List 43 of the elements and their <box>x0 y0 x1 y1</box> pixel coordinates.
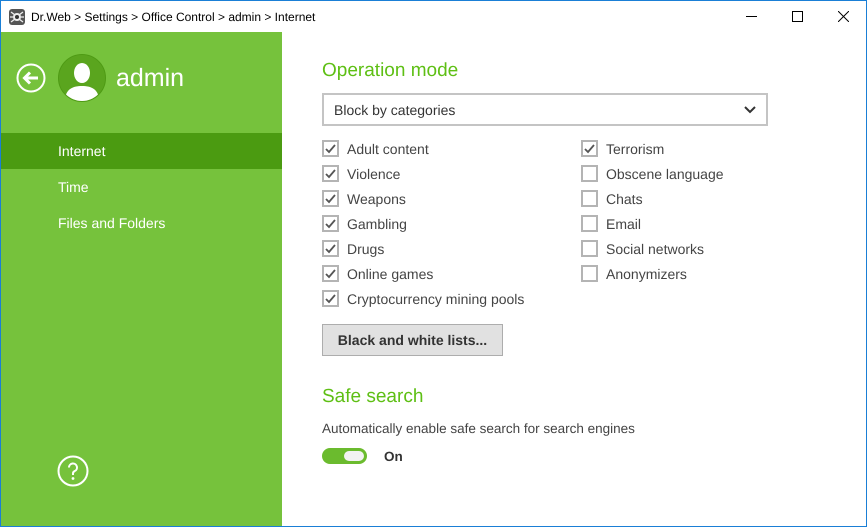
checkbox[interactable] <box>581 240 598 257</box>
sidebar-item[interactable]: Internet <box>1 133 282 169</box>
toggle-switch[interactable] <box>322 448 367 464</box>
checkbox-label: Weapons <box>347 190 406 206</box>
checkbox-label: Email <box>606 216 642 232</box>
section-title: Safe search <box>322 386 424 408</box>
checkbox-label: Violence <box>347 166 400 182</box>
checkbox-label: Gambling <box>347 216 407 232</box>
section-title: Operation mode <box>322 60 460 82</box>
lists-button[interactable]: Black and white lists... <box>322 324 503 356</box>
checkbox[interactable] <box>581 190 598 207</box>
user-name: admin <box>116 64 184 92</box>
checkbox[interactable] <box>322 140 339 157</box>
caret-icon <box>744 106 756 114</box>
sidebar-item[interactable]: Time <box>1 169 282 205</box>
checkbox-label: Drugs <box>347 240 384 256</box>
toggle-label: On <box>384 448 403 464</box>
checkbox-label: Cryptocurrency mining pools <box>347 290 524 306</box>
checkbox[interactable] <box>322 290 339 307</box>
window-title: Dr.Web > Settings > Office Control > admin > Internet <box>31 10 316 24</box>
checkbox-label: Social networks <box>606 240 704 256</box>
checkbox-label: Terrorism <box>606 140 664 156</box>
checkbox[interactable] <box>581 265 598 282</box>
checkbox-label: Obscene language <box>606 166 724 182</box>
checkbox[interactable] <box>581 140 598 157</box>
checkbox-label: Adult content <box>347 140 429 156</box>
maximize-icon <box>792 11 802 22</box>
checkbox-label: Anonymizers <box>606 266 687 282</box>
checkbox[interactable] <box>581 165 598 182</box>
checkbox-label: Chats <box>606 190 643 206</box>
checkbox[interactable] <box>322 165 339 182</box>
checkbox-label: Online games <box>347 266 434 282</box>
mode-dropdown[interactable]: Block by categories <box>322 93 768 126</box>
close-icon <box>838 11 848 22</box>
checkbox[interactable] <box>322 215 339 232</box>
checkbox[interactable] <box>581 215 598 232</box>
description-text: Automatically enable safe search for search engines <box>322 421 636 436</box>
avatar-icon <box>58 54 106 102</box>
sidebar-item[interactable]: Files and Folders <box>1 205 282 241</box>
spider-logo-icon <box>9 8 25 24</box>
checkbox[interactable] <box>322 265 339 282</box>
checkbox[interactable] <box>322 190 339 207</box>
checkbox[interactable] <box>322 240 339 257</box>
